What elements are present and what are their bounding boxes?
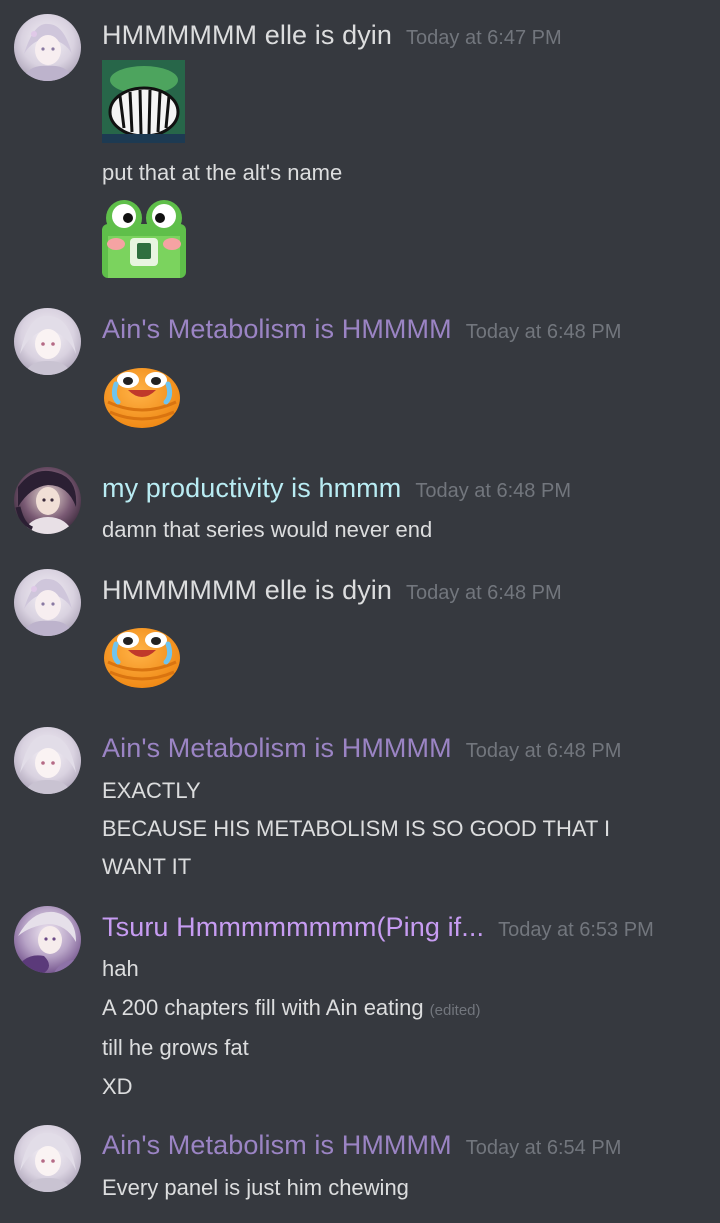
crying-laughing-blob-emoji[interactable] — [102, 622, 182, 690]
message-text: Every panel is just him chewing — [102, 1175, 409, 1200]
message-text: A 200 chapters fill with Ain eating (edit… — [102, 995, 481, 1021]
avatar[interactable] — [14, 569, 81, 636]
timestamp: Today at 6:47 PM — [406, 27, 562, 49]
message-text: hah — [102, 956, 139, 981]
message-header: Ain's Metabolism is HMMMM Today at 6:48 … — [102, 733, 621, 764]
avatar[interactable] — [14, 906, 81, 973]
message-text: EXACTLY — [102, 778, 201, 803]
timestamp: Today at 6:48 PM — [465, 740, 622, 762]
message-header: Ain's Metabolism is HMMMM Today at 6:48 … — [102, 314, 621, 345]
author-name[interactable]: Ain's Metabolism is HMMMM — [102, 1130, 452, 1161]
crying-laughing-blob-emoji[interactable] — [102, 362, 182, 430]
message-header: Tsuru Hmmmmmmmm(Ping if... Today at 6:53… — [102, 912, 654, 943]
message-text: BECAUSE HIS METABOLISM IS SO GOOD THAT I — [102, 816, 611, 841]
timestamp: Today at 6:54 PM — [465, 1137, 622, 1159]
timestamp: Today at 6:48 PM — [406, 582, 562, 604]
avatar[interactable] — [14, 467, 81, 534]
edited-label: (edited) — [429, 1002, 481, 1019]
timestamp: Today at 6:48 PM — [465, 321, 622, 343]
message-text: put that at the alt's name — [102, 160, 343, 185]
timestamp: Today at 6:53 PM — [498, 919, 654, 941]
author-name[interactable]: Tsuru Hmmmmmmmm(Ping if... — [102, 912, 484, 943]
message-header: HMMMMMM elle is dyin Today at 6:48 PM — [102, 575, 562, 606]
avatar[interactable] — [14, 1125, 81, 1192]
message-text-content: A 200 chapters fill with Ain eating — [102, 995, 424, 1020]
shocked-frog-emoji[interactable] — [102, 196, 186, 278]
avatar[interactable] — [14, 14, 81, 81]
author-name[interactable]: HMMMMMM elle is dyin — [102, 575, 392, 606]
avatar[interactable] — [14, 308, 81, 375]
avatar[interactable] — [14, 727, 81, 794]
timestamp: Today at 6:48 PM — [415, 480, 571, 502]
message-text: damn that series would never end — [102, 517, 433, 542]
author-name[interactable]: Ain's Metabolism is HMMMM — [102, 314, 452, 345]
grimacing-pepe-emoji[interactable] — [102, 60, 185, 143]
message-header: HMMMMMM elle is dyin Today at 6:47 PM — [102, 20, 562, 51]
message-text: XD — [102, 1074, 133, 1099]
message-header: Ain's Metabolism is HMMMM Today at 6:54 … — [102, 1130, 621, 1161]
message-text: WANT IT — [102, 854, 192, 879]
author-name[interactable]: HMMMMMM elle is dyin — [102, 20, 392, 51]
author-name[interactable]: my productivity is hmmm — [102, 473, 401, 504]
message-text: till he grows fat — [102, 1035, 249, 1060]
message-header: my productivity is hmmm Today at 6:48 PM — [102, 473, 571, 504]
author-name[interactable]: Ain's Metabolism is HMMMM — [102, 733, 452, 764]
